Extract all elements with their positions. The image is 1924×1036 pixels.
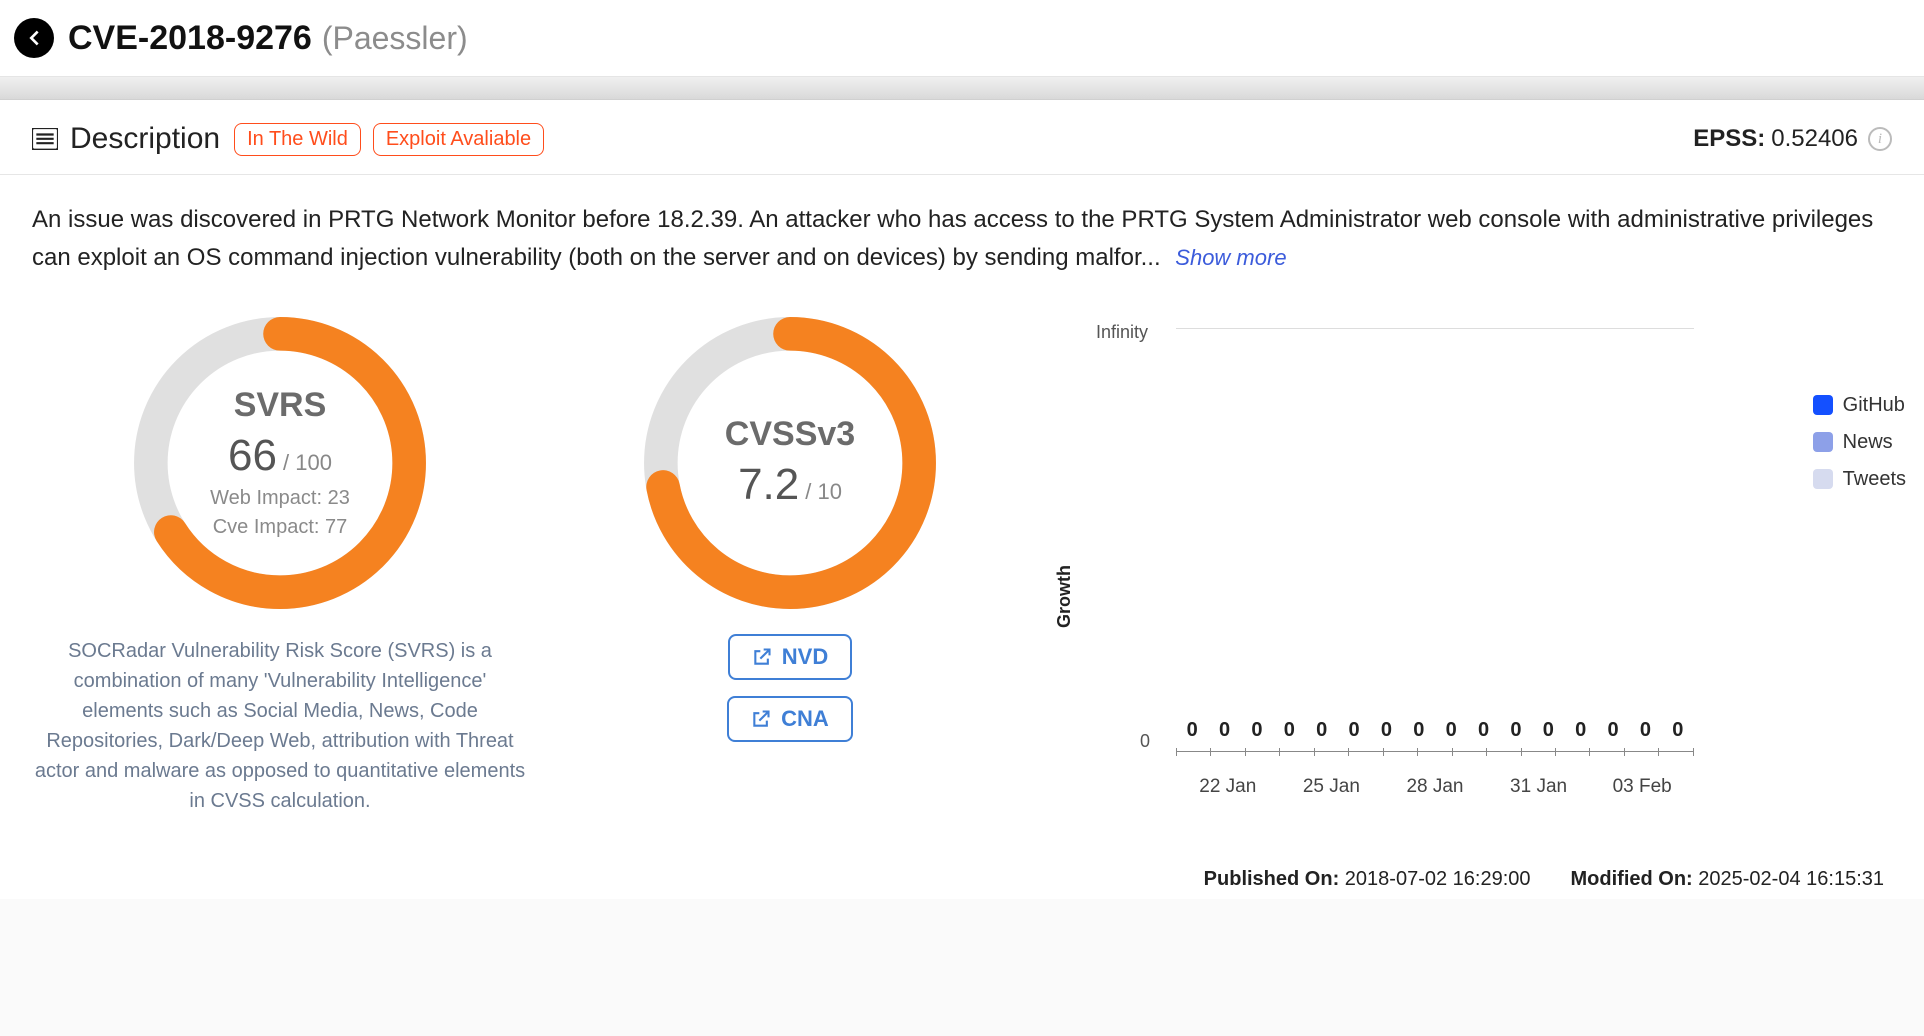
svrs-title: SVRS — [234, 386, 327, 425]
y-axis-label: Growth — [1054, 565, 1075, 628]
cvss-value: 7.2 — [738, 460, 799, 510]
list-icon — [32, 128, 58, 150]
svrs-web-impact: Web Impact: 23 — [210, 487, 350, 510]
header-divider — [0, 76, 1924, 100]
footer-row: Published On: 2018-07-02 16:29:00 Modifi… — [0, 868, 1924, 899]
epss-label: EPSS: — [1693, 125, 1765, 153]
cvss-column: CVSSv3 7.2 / 10 NVD CNA — [560, 308, 1020, 868]
x-tick-marks — [1176, 748, 1694, 758]
svrs-column: SVRS 66 / 100 Web Impact: 23 Cve Impact:… — [0, 308, 560, 868]
description-text: An issue was discovered in PRTG Network … — [32, 206, 1873, 271]
vendor-name: (Paessler) — [322, 20, 468, 57]
info-icon[interactable]: i — [1868, 127, 1892, 151]
plot-area — [1176, 328, 1694, 748]
legend-label: GitHub — [1843, 394, 1905, 417]
svrs-gauge: SVRS 66 / 100 Web Impact: 23 Cve Impact:… — [125, 308, 435, 618]
show-more-link[interactable]: Show more — [1175, 245, 1286, 270]
cna-label: CNA — [781, 706, 829, 732]
legend-item[interactable]: News — [1813, 431, 1906, 454]
external-link-icon — [751, 709, 771, 729]
cna-link-button[interactable]: CNA — [727, 696, 853, 742]
nvd-link-button[interactable]: NVD — [728, 634, 852, 680]
y-tick-zero: 0 — [1140, 731, 1150, 752]
svrs-max: / 100 — [283, 450, 332, 476]
growth-chart: Infinity 0 Growth 0000000000000000 22 Ja… — [1020, 308, 1924, 868]
epss-value: 0.52406 — [1771, 125, 1858, 153]
published-value: 2018-07-02 16:29:00 — [1345, 868, 1531, 890]
legend-label: Tweets — [1843, 468, 1906, 491]
y-tick-infinity: Infinity — [1096, 322, 1148, 343]
page-header: CVE-2018-9276 (Paessler) — [0, 0, 1924, 76]
cvss-max: / 10 — [805, 479, 842, 505]
svrs-cve-impact: Cve Impact: 77 — [213, 516, 348, 539]
legend-swatch — [1813, 432, 1833, 452]
cve-id: CVE-2018-9276 — [68, 19, 312, 58]
svrs-description: SOCRadar Vulnerability Risk Score (SVRS)… — [0, 618, 560, 816]
arrow-left-icon — [23, 27, 45, 49]
cvss-title: CVSSv3 — [725, 415, 855, 454]
modified-label: Modified On: — [1571, 868, 1693, 890]
legend-item[interactable]: Tweets — [1813, 468, 1906, 491]
description-section-head: Description In The Wild Exploit Avaliabl… — [0, 100, 1924, 174]
legend-swatch — [1813, 469, 1833, 489]
cvss-gauge: CVSSv3 7.2 / 10 — [635, 308, 945, 618]
external-link-icon — [752, 647, 772, 667]
description-text-block: An issue was discovered in PRTG Network … — [0, 175, 1924, 298]
published-label: Published On: — [1204, 868, 1340, 890]
x-tick-labels: 22 Jan25 Jan28 Jan31 Jan03 Feb — [1176, 776, 1694, 798]
legend-swatch — [1813, 395, 1833, 415]
published-on: Published On: 2018-07-02 16:29:00 — [1204, 868, 1531, 891]
chart-legend: GitHub News Tweets — [1813, 394, 1906, 491]
metrics-row: SVRS 66 / 100 Web Impact: 23 Cve Impact:… — [0, 298, 1924, 868]
in-the-wild-badge: In The Wild — [234, 123, 361, 156]
exploit-available-badge: Exploit Avaliable — [373, 123, 544, 156]
legend-item[interactable]: GitHub — [1813, 394, 1906, 417]
nvd-label: NVD — [782, 644, 828, 670]
section-title: Description — [70, 122, 220, 156]
svrs-value: 66 — [228, 431, 277, 481]
modified-value: 2025-02-04 16:15:31 — [1698, 868, 1884, 890]
bar-value-labels: 0000000000000000 — [1176, 719, 1694, 742]
legend-label: News — [1843, 431, 1893, 454]
back-button[interactable] — [14, 18, 54, 58]
modified-on: Modified On: 2025-02-04 16:15:31 — [1571, 868, 1884, 891]
